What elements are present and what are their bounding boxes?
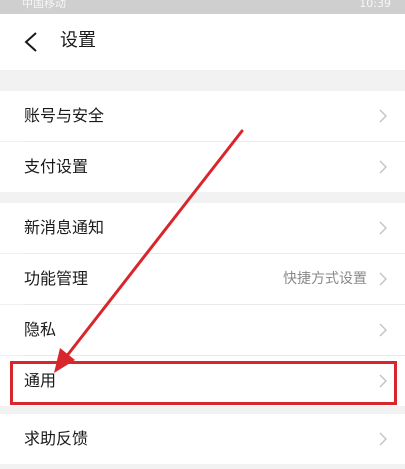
chevron-right-icon [379, 432, 387, 446]
settings-item-account-security[interactable]: 账号与安全 [0, 91, 405, 141]
settings-item-label: 求助反馈 [24, 429, 89, 448]
clock-time: 10:39 [359, 0, 391, 10]
settings-item-notifications[interactable]: 新消息通知 [0, 203, 405, 253]
chevron-right-icon [379, 109, 387, 123]
chevron-right-icon [379, 323, 387, 337]
settings-item-label: 新消息通知 [24, 218, 105, 237]
settings-item-label: 隐私 [24, 320, 57, 339]
settings-item-label: 账号与安全 [24, 106, 105, 125]
chevron-right-icon [379, 160, 387, 174]
highlight-box [10, 361, 397, 405]
settings-item-payment[interactable]: 支付设置 [0, 142, 405, 192]
settings-item-value: 快捷方式设置 [283, 271, 367, 287]
page-title: 设置 [60, 30, 96, 51]
carrier-label: 中国移动 [22, 0, 66, 10]
settings-item-help-feedback[interactable]: 求助反馈 [0, 414, 405, 464]
nav-bar: 设置 [0, 14, 405, 70]
settings-item-label: 支付设置 [24, 157, 89, 176]
status-bar: 中国移动 10:39 [0, 0, 405, 14]
chevron-right-icon [379, 221, 387, 235]
chevron-right-icon [379, 272, 387, 286]
settings-item-features[interactable]: 功能管理 快捷方式设置 [0, 254, 405, 304]
chevron-left-icon[interactable] [22, 31, 42, 53]
settings-item-privacy[interactable]: 隐私 [0, 305, 405, 355]
settings-item-label: 功能管理 [24, 269, 89, 288]
